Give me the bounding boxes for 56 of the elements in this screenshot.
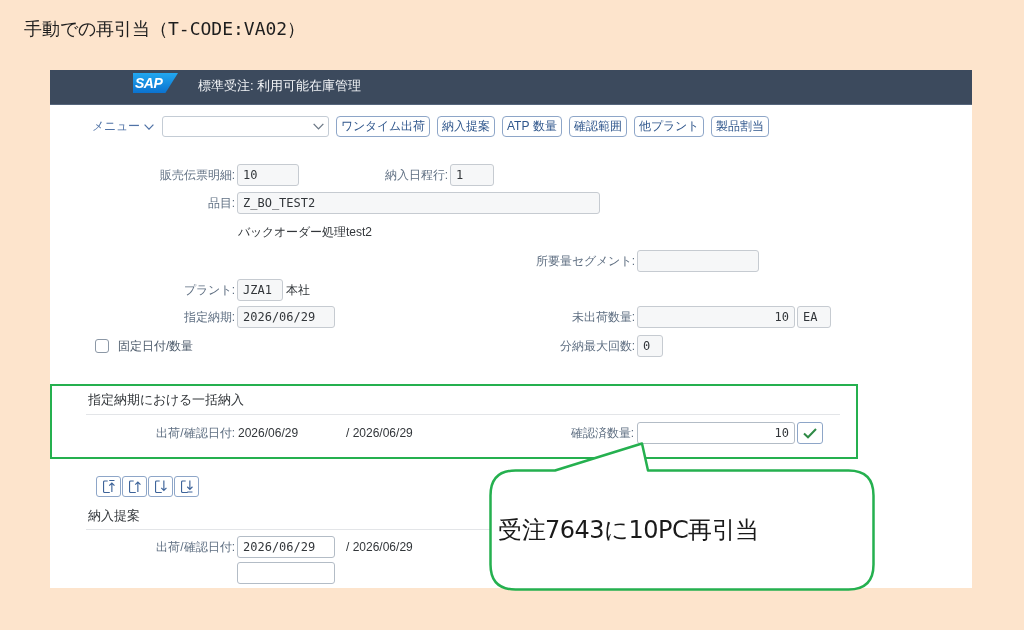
window-title: 標準受注: 利用可能在庫管理 [198,78,362,94]
next-page-button[interactable] [148,476,173,497]
chevron-down-icon [313,123,324,130]
field-label: 所要量セグメント: [535,252,635,270]
date-text: / 2026/06/29 [346,426,413,440]
toolbar-button[interactable]: ATP 数量 [502,116,562,137]
last-page-button[interactable] [174,476,199,497]
confirm-button[interactable] [797,422,823,444]
field-label: プラント: [183,281,235,299]
toolbar-button[interactable]: 確認範囲 [568,116,627,137]
sap-logo: SAP [133,73,178,93]
checkbox[interactable] [95,339,109,353]
unit-field[interactable]: EA [797,306,831,328]
first-page-button[interactable] [96,476,121,497]
section-title: 納入提案 [88,508,140,524]
toolbar-button[interactable]: 他プラント [633,116,704,137]
input-field[interactable]: 0 [637,335,663,357]
date-text: / 2026/06/29 [346,540,413,554]
field-label: 出荷/確認日付: [156,538,235,556]
callout-text: 受注7643に10PC再引当 [498,516,759,544]
toolbar-button[interactable]: 納入提案 [437,116,495,137]
input-field[interactable]: 10 [637,306,795,328]
field-label: 出荷/確認日付: [156,424,235,442]
material-description: バックオーダー処理test2 [238,223,372,241]
field-label: 販売伝票明細: [159,166,235,184]
input-field[interactable]: 2026/06/29 [237,306,335,328]
previous-page-button[interactable] [122,476,147,497]
menu-button[interactable]: メニュー [92,116,154,137]
plant-name: 本社 [286,281,310,299]
input-field[interactable]: 10 [637,422,795,444]
check-icon [803,427,817,439]
page-top-arrow-icon [102,480,115,493]
page-bottom-arrow-icon [180,480,193,493]
input-field[interactable]: 1 [450,164,494,186]
field-label: 未出荷数量: [571,308,635,326]
section-title: 指定納期における一括納入 [88,392,244,408]
date-text: 2026/06/29 [238,426,299,440]
input-field[interactable]: Z_BO_TEST2 [237,192,600,214]
dropdown-field[interactable] [162,116,329,137]
field-label: 納入日程行: [384,166,448,184]
page-down-arrow-icon [154,480,167,493]
input-field[interactable] [237,562,335,584]
input-field[interactable]: 2026/06/29 [237,536,335,558]
toolbar-button[interactable]: ワンタイム出荷 [336,116,430,137]
input-field[interactable]: JZA1 [237,279,283,301]
checkbox-label: 固定日付/数量 [118,337,194,355]
page-up-arrow-icon [128,480,141,493]
input-field[interactable] [637,250,759,272]
page-title: 手動での再引当（T-CODE:VA02） [24,17,306,41]
toolbar-button[interactable]: 製品割当 [710,116,769,137]
field-label: 指定納期: [183,308,235,326]
input-field[interactable]: 10 [237,164,299,186]
field-label: 分納最大回数: [559,337,635,355]
chevron-down-icon [144,123,154,130]
field-label: 品目: [207,194,235,212]
field-label: 確認済数量: [570,424,634,442]
